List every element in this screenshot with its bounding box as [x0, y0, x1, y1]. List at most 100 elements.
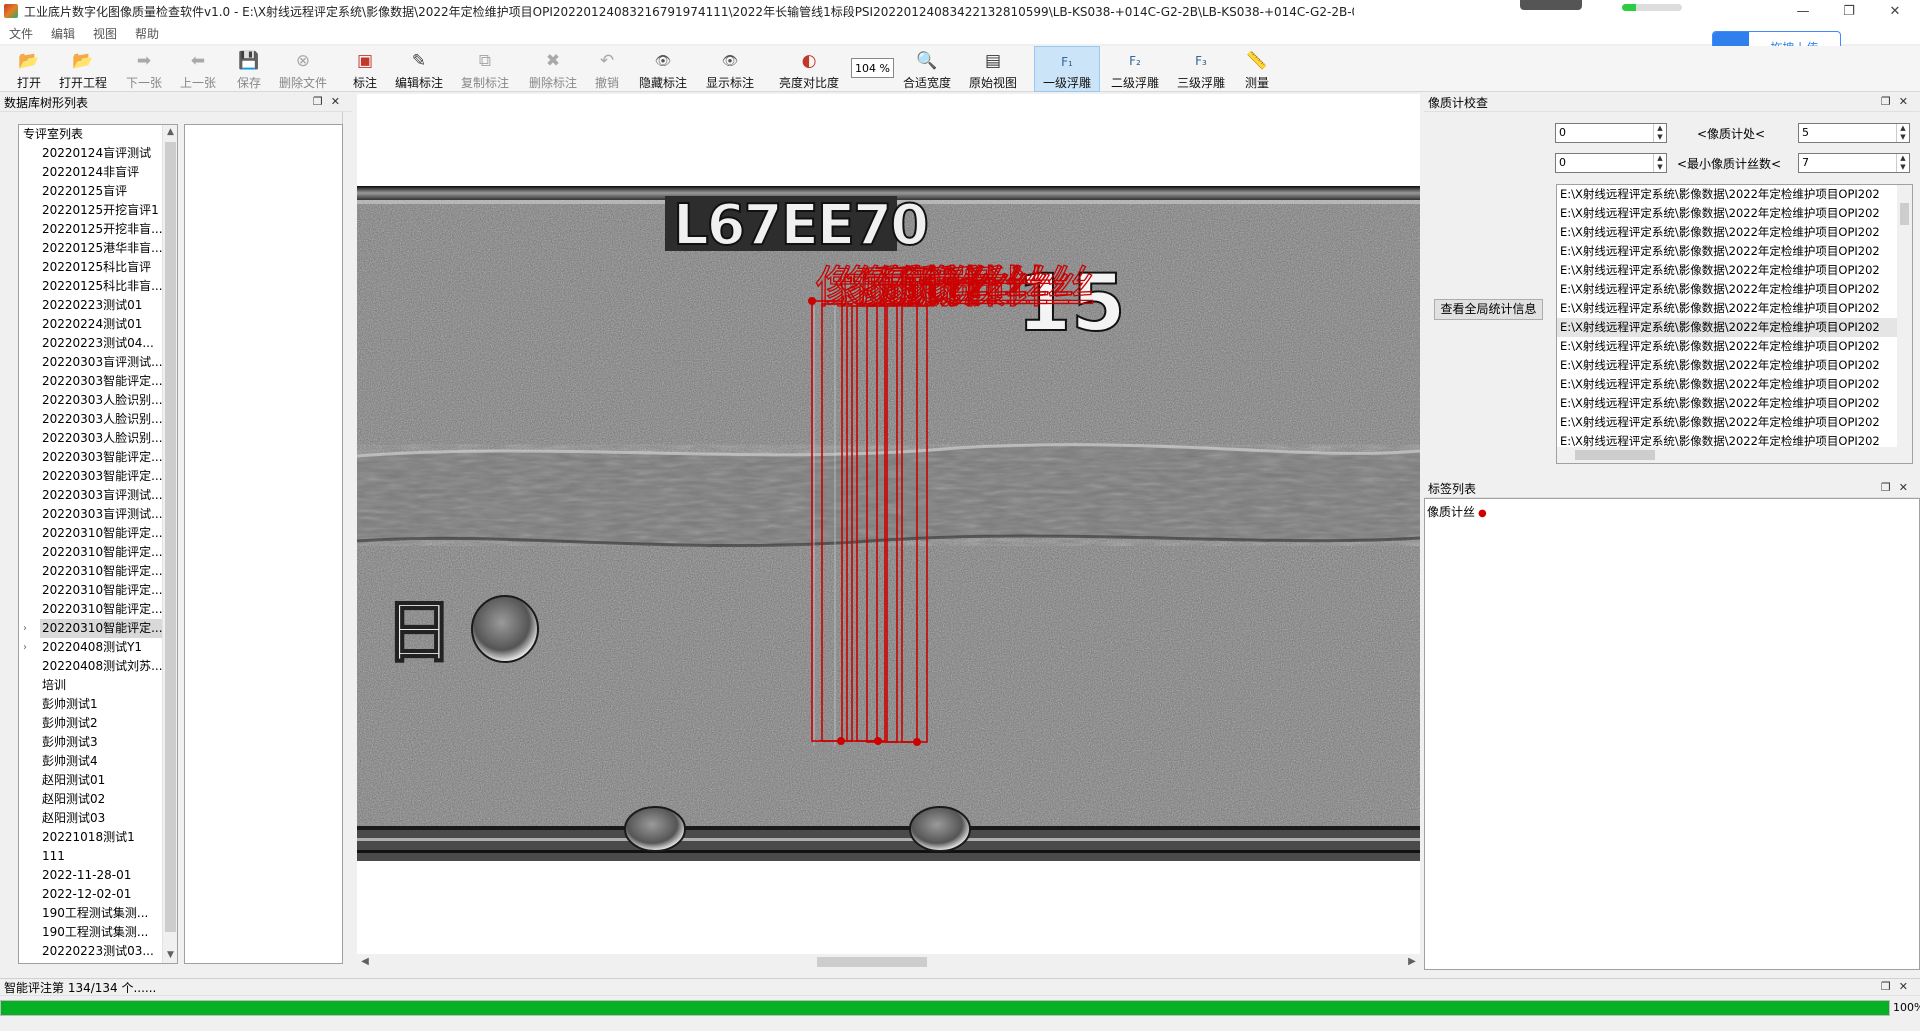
- tree-item[interactable]: 20220125开挖盲评1: [19, 201, 177, 220]
- tree-item[interactable]: 2022-11-28-01: [19, 866, 177, 885]
- spin-arrows-icon[interactable]: ▲ ▼: [1653, 124, 1666, 142]
- path-list-horizontal-scrollbar[interactable]: [1557, 447, 1912, 463]
- level1-relief-button[interactable]: F₁ 一级浮雕: [1034, 46, 1100, 92]
- scroll-right-icon[interactable]: ▶: [1404, 954, 1420, 970]
- level3-relief-button[interactable]: F₃ 三级浮雕: [1174, 46, 1228, 92]
- path-list-item[interactable]: E:\X射线远程评定系统\影像数据\2022年定检维护项目OPI202: [1557, 204, 1897, 223]
- path-list-item[interactable]: E:\X射线远程评定系统\影像数据\2022年定检维护项目OPI202: [1557, 318, 1897, 337]
- path-list-item[interactable]: E:\X射线远程评定系统\影像数据\2022年定检维护项目OPI202: [1557, 223, 1897, 242]
- chevron-right-icon[interactable]: ›: [23, 619, 27, 638]
- zoom-field[interactable]: 104 %: [851, 58, 894, 78]
- tree-item[interactable]: 20220303智能评定...: [19, 467, 177, 486]
- annotation-handle[interactable]: [913, 738, 921, 746]
- undo-button[interactable]: ↶ 撤销: [592, 46, 622, 92]
- menu-edit[interactable]: 编辑: [42, 25, 84, 42]
- iqi-max-input[interactable]: 5 ▲ ▼: [1798, 123, 1910, 143]
- minimize-button[interactable]: —: [1780, 0, 1826, 22]
- path-list-item[interactable]: E:\X射线远程评定系统\影像数据\2022年定检维护项目OPI202: [1557, 299, 1897, 318]
- tree-item[interactable]: 赵阳测试02: [19, 790, 177, 809]
- image-viewer[interactable]: L67EE70 15 日 像质计丝 像质计丝 像质计丝 像质计丝 像质计丝 像质…: [357, 94, 1420, 970]
- scroll-thumb[interactable]: [1575, 450, 1655, 460]
- viewer-horizontal-scrollbar[interactable]: ◀ ▶: [357, 954, 1420, 970]
- tree-item[interactable]: 20220303智能评定...: [19, 448, 177, 467]
- tree-item[interactable]: 190工程测试集测...: [19, 904, 177, 923]
- fit-width-button[interactable]: 🔍 合适宽度: [900, 46, 954, 92]
- database-tree[interactable]: 专评室列表 20220124盲评测试 20220124非盲评 20220125盲评 20…: [18, 124, 178, 964]
- spin-arrows-icon[interactable]: ▲ ▼: [1896, 154, 1909, 172]
- tree-item[interactable]: › 20220408测试Y1: [19, 638, 177, 657]
- tree-item[interactable]: 培训: [19, 676, 177, 695]
- hide-annotation-button[interactable]: 👁 隐藏标注: [636, 46, 690, 92]
- annotate-button[interactable]: ▣ 标注: [350, 46, 380, 92]
- level2-relief-button[interactable]: F₂ 二级浮雕: [1108, 46, 1162, 92]
- path-list-item[interactable]: E:\X射线远程评定系统\影像数据\2022年定检维护项目OPI202: [1557, 413, 1897, 432]
- copy-annotation-button[interactable]: ⧉ 复制标注: [458, 46, 512, 92]
- file-path-list[interactable]: E:\X射线远程评定系统\影像数据\2022年定检维护项目OPI202 E:\X射…: [1556, 184, 1913, 464]
- tree-item[interactable]: 彭帅测试4: [19, 752, 177, 771]
- path-list-scrollbar[interactable]: [1897, 185, 1912, 448]
- tree-item[interactable]: 20220124盲评测试: [19, 144, 177, 163]
- wire-max-input[interactable]: 7 ▲ ▼: [1798, 153, 1910, 173]
- tree-item[interactable]: 彭帅测试1: [19, 695, 177, 714]
- brightness-contrast-button[interactable]: ◐ 亮度对比度: [776, 46, 842, 92]
- tree-item[interactable]: 20220223测试04...: [19, 334, 177, 353]
- path-list-item[interactable]: E:\X射线远程评定系统\影像数据\2022年定检维护项目OPI202: [1557, 261, 1897, 280]
- spin-arrows-icon[interactable]: ▲ ▼: [1653, 154, 1666, 172]
- tree-item[interactable]: 彭帅测试2: [19, 714, 177, 733]
- tree-item[interactable]: 20220310智能评定...: [19, 524, 177, 543]
- menu-file[interactable]: 文件: [0, 25, 42, 42]
- tree-item[interactable]: 20220223测试01: [19, 296, 177, 315]
- path-list-item[interactable]: E:\X射线远程评定系统\影像数据\2022年定检维护项目OPI202: [1557, 185, 1897, 204]
- menu-view[interactable]: 视图: [84, 25, 126, 42]
- tree-item[interactable]: 20220125盲评: [19, 182, 177, 201]
- next-button[interactable]: ➡ 下一张: [122, 46, 166, 92]
- tree-item[interactable]: 20220124非盲评: [19, 163, 177, 182]
- floating-widget[interactable]: [1520, 0, 1582, 10]
- tree-item[interactable]: 20220310智能评定...: [19, 562, 177, 581]
- tree-item[interactable]: 20220310智能评定...: [19, 600, 177, 619]
- tree-item[interactable]: 20220125科比非盲...: [19, 277, 177, 296]
- tree-scrollbar[interactable]: ▲ ▼: [162, 125, 177, 963]
- tree-item[interactable]: 赵阳测试01: [19, 771, 177, 790]
- iqi-min-input[interactable]: 0 ▲ ▼: [1555, 123, 1667, 143]
- scroll-up-icon[interactable]: ▲: [163, 125, 177, 140]
- open-button[interactable]: 📂 打开: [12, 46, 46, 92]
- delete-annotation-button[interactable]: ✖ 删除标注: [526, 46, 580, 92]
- annotation-handle[interactable]: [808, 297, 816, 305]
- close-button[interactable]: ✕: [1872, 0, 1918, 22]
- panel-buttons[interactable]: ❐✕: [1881, 95, 1916, 108]
- path-list-item[interactable]: E:\X射线远程评定系统\影像数据\2022年定检维护项目OPI202: [1557, 337, 1897, 356]
- delete-file-button[interactable]: ⊗ 删除文件: [276, 46, 330, 92]
- path-list-item[interactable]: E:\X射线远程评定系统\影像数据\2022年定检维护项目OPI202: [1557, 375, 1897, 394]
- tree-item[interactable]: 20220125港华非盲...: [19, 239, 177, 258]
- tree-item[interactable]: 20220310智能评定...: [19, 581, 177, 600]
- tree-item[interactable]: 20220125开挖非盲...: [19, 220, 177, 239]
- scroll-down-icon[interactable]: ▼: [163, 948, 177, 963]
- tree-item[interactable]: 赵阳测试03: [19, 809, 177, 828]
- tree-item[interactable]: 20220224测试01: [19, 315, 177, 334]
- tree-item[interactable]: 20220408测试刘苏...: [19, 657, 177, 676]
- global-stats-button[interactable]: 查看全局统计信息: [1434, 299, 1543, 320]
- show-annotation-button[interactable]: 👁 显示标注: [703, 46, 757, 92]
- prev-button[interactable]: ⬅ 上一张: [176, 46, 220, 92]
- annotation-handle[interactable]: [874, 737, 882, 745]
- scroll-thumb[interactable]: [817, 957, 927, 967]
- tree-item[interactable]: 20220303人脸识别...: [19, 410, 177, 429]
- tree-item[interactable]: 20220303盲评测试...: [19, 486, 177, 505]
- label-item[interactable]: 像质计丝 ●: [1427, 503, 1487, 520]
- tree-item[interactable]: 190工程测试集测...: [19, 923, 177, 942]
- tree-item[interactable]: 20220303人脸识别...: [19, 391, 177, 410]
- spin-arrows-icon[interactable]: ▲ ▼: [1896, 124, 1909, 142]
- annotation-handle[interactable]: [837, 737, 845, 745]
- label-list[interactable]: 像质计丝 ●: [1424, 498, 1920, 970]
- restore-button[interactable]: ❐: [1826, 0, 1872, 22]
- tree-item[interactable]: 20220303盲评测试...: [19, 353, 177, 372]
- scroll-left-icon[interactable]: ◀: [357, 954, 373, 970]
- tree-item[interactable]: 20220303人脸识别...: [19, 429, 177, 448]
- tree-item[interactable]: 20220310智能评定...: [19, 543, 177, 562]
- detail-list[interactable]: [184, 124, 343, 964]
- panel-buttons[interactable]: ❐✕: [1881, 980, 1916, 993]
- edit-annotation-button[interactable]: ✎ 编辑标注: [392, 46, 446, 92]
- path-list-item[interactable]: E:\X射线远程评定系统\影像数据\2022年定检维护项目OPI202: [1557, 280, 1897, 299]
- tree-item[interactable]: 20220303盲评测试...: [19, 505, 177, 524]
